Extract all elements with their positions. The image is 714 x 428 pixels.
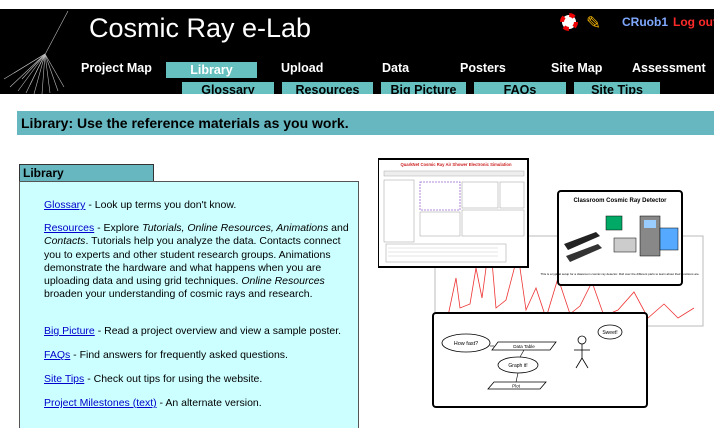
analysis-flow-thumbnail: How fast? Data Table Graph it! Plot Swee… — [432, 312, 648, 408]
nav-data[interactable]: Data — [382, 61, 409, 75]
subnav-glossary[interactable]: Glossary — [182, 82, 274, 94]
library-heading-tab: Library — [19, 164, 154, 181]
bigpicture-link[interactable]: Big Picture — [44, 325, 95, 337]
library-heading: Library — [23, 166, 64, 180]
classroom-detector-thumbnail: Classroom Cosmic Ray Detector This is a … — [540, 190, 700, 286]
flow-sweet: Sweet! — [602, 330, 617, 336]
nav-posters[interactable]: Posters — [460, 61, 506, 75]
nav-project-map[interactable]: Project Map — [81, 61, 152, 75]
nav-assessment[interactable]: Assessment — [632, 61, 706, 75]
subnav-big-picture[interactable]: Big Picture — [381, 82, 466, 94]
logout-link[interactable]: Log out — [673, 15, 714, 29]
detector-title: Classroom Cosmic Ray Detector — [573, 198, 667, 204]
resources-link[interactable]: Resources — [44, 222, 94, 234]
resources-desc-2: and — [328, 222, 349, 234]
milestones-desc: - An alternate version. — [156, 397, 262, 409]
simulation-title: QuarkNet Cosmic Ray Air Shower Electroni… — [400, 162, 512, 167]
glossary-desc: - Look up terms you don't know. — [85, 199, 237, 211]
subnav-resources[interactable]: Resources — [282, 82, 373, 94]
air-shower-simulation-thumbnail: QuarkNet Cosmic Ray Air Shower Electroni… — [378, 158, 529, 268]
nav-site-map[interactable]: Site Map — [551, 61, 602, 75]
resources-desc-4: broaden your understanding of cosmic ray… — [44, 288, 313, 301]
pencil-icon[interactable]: ✎ — [586, 13, 601, 34]
detector-caption: This is a typical setup for a classroom … — [540, 272, 699, 276]
faqs-entry: FAQs - Find answers for frequently asked… — [44, 349, 356, 362]
resources-desc-italic-2: Contacts — [44, 235, 86, 248]
username-link[interactable]: CRuob1 — [622, 15, 668, 29]
sitetips-link[interactable]: Site Tips — [44, 373, 84, 385]
page-banner: Library: Use the reference materials as … — [17, 111, 714, 135]
resources-entry: Resources - Explore Tutorials, Online Re… — [44, 222, 356, 302]
glossary-entry: Glossary - Look up terms you don't know. — [44, 199, 356, 212]
subnav-faqs[interactable]: FAQs — [474, 82, 566, 94]
sitetips-entry: Site Tips - Check out tips for using the… — [44, 373, 356, 386]
lifebuoy-icon[interactable] — [560, 13, 578, 31]
site-title: Cosmic Ray e-Lab — [89, 13, 312, 43]
faqs-link[interactable]: FAQs — [44, 349, 70, 361]
flow-data-table: Data Table — [513, 344, 535, 349]
resources-desc-1: - Explore — [94, 222, 143, 234]
faqs-desc: - Find answers for frequently asked ques… — [70, 349, 288, 361]
milestones-entry: Project Milestones (text) - An alternate… — [44, 397, 356, 410]
nav-upload[interactable]: Upload — [281, 61, 323, 75]
library-collage-image[interactable]: QuarkNet Cosmic Ray Air Shower Electroni… — [378, 158, 714, 410]
banner-text: Library: Use the reference materials as … — [21, 115, 349, 131]
resources-desc-italic-3: Online Resources — [241, 275, 325, 288]
flow-graph-it: Graph it! — [508, 363, 527, 369]
subnav-site-tips[interactable]: Site Tips — [574, 82, 660, 94]
resources-desc-italic-1: Tutorials, Online Resources, Animations — [142, 222, 329, 234]
site-header: Cosmic Ray e-Lab ✎ CRuob1 Log out Projec… — [0, 9, 714, 94]
cosmic-ray-shower-logo — [3, 10, 69, 94]
nav-library[interactable]: Library — [166, 62, 257, 78]
bigpicture-entry: Big Picture - Read a project overview an… — [44, 325, 356, 338]
flow-plot: Plot — [512, 384, 521, 389]
library-panel: Glossary - Look up terms you don't know.… — [19, 181, 359, 428]
glossary-link[interactable]: Glossary — [44, 199, 85, 211]
sitetips-desc: - Check out tips for using the website. — [84, 373, 263, 385]
bigpicture-desc: - Read a project overview and view a sam… — [94, 325, 342, 337]
milestones-link[interactable]: Project Milestones (text) — [44, 397, 157, 409]
flow-how-fast: How fast? — [454, 341, 478, 347]
